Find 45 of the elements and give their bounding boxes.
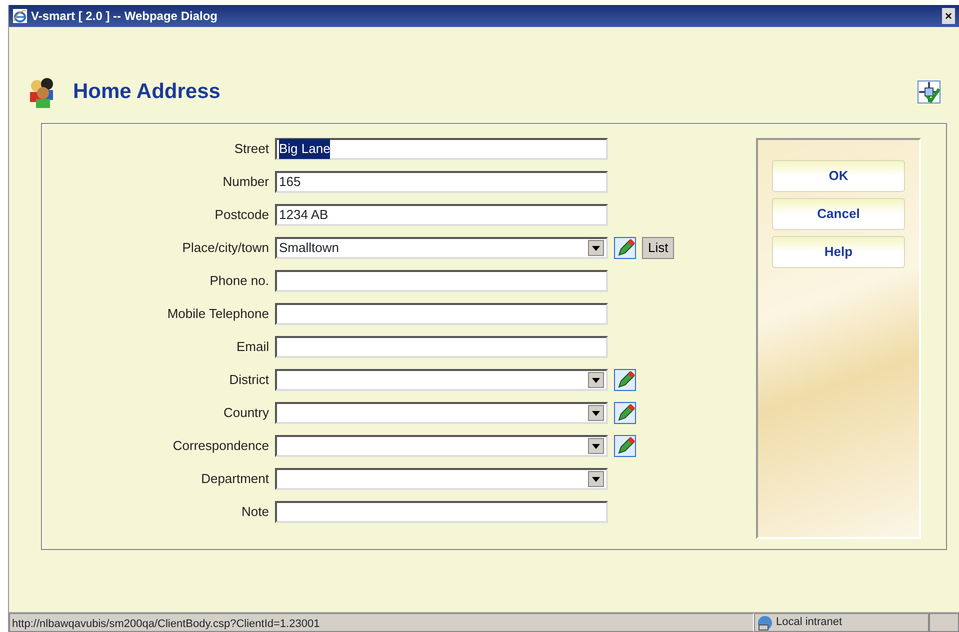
dropdown-arrow-icon[interactable]	[592, 246, 600, 250]
field-label: Postcode	[214, 206, 269, 224]
field-label: District	[228, 371, 269, 390]
dropdown-arrow-icon[interactable]	[592, 410, 600, 416]
pencil-edit-icon[interactable]	[614, 402, 636, 424]
page-title: Home Address	[73, 79, 222, 105]
field-label: Mobile Telephone	[166, 305, 269, 324]
field-label: Department	[200, 470, 269, 488]
pencil-edit-icon[interactable]	[614, 435, 636, 457]
move-check-icon[interactable]	[917, 80, 941, 104]
field-label: Correspondence	[172, 437, 269, 456]
window-title: V-smart [ 2.0 ] -- Webpage Dialog	[31, 8, 218, 25]
input-field[interactable]: 1234 AB	[275, 204, 608, 226]
dropdown-field[interactable]: Smalltown	[275, 237, 608, 259]
input-field[interactable]	[275, 303, 608, 325]
input-field[interactable]: Big Lane	[275, 138, 608, 160]
dialog-button[interactable]: OK	[772, 160, 905, 192]
input-field[interactable]	[275, 270, 608, 292]
browser-icon	[13, 9, 27, 23]
pencil-edit-icon[interactable]	[614, 237, 636, 259]
dropdown-arrow-icon[interactable]	[592, 444, 600, 448]
list-button[interactable]: List	[642, 237, 674, 259]
dropdown-field[interactable]	[275, 369, 608, 391]
dropdown-field[interactable]	[275, 402, 608, 424]
dropdown-arrow-icon[interactable]	[592, 378, 600, 382]
input-field[interactable]: 165	[275, 171, 608, 193]
security-zone: Local intranet	[776, 615, 842, 630]
field-label: Phone no.	[208, 272, 269, 290]
dropdown-arrow-icon[interactable]	[592, 476, 600, 482]
pencil-edit-icon[interactable]	[614, 369, 636, 391]
dropdown-field[interactable]	[275, 468, 608, 490]
input-field[interactable]	[275, 336, 608, 358]
field-label: Email	[235, 338, 269, 356]
dialog-button[interactable]: Help	[772, 236, 905, 268]
dropdown-field[interactable]	[275, 435, 608, 457]
field-label: Number	[222, 173, 269, 192]
input-field[interactable]	[275, 501, 608, 523]
status-url: http://nlbawqavubis/sm200qa/ClientBody.csp?ClientId=1.23001	[9, 613, 754, 632]
close-button[interactable]: ×	[942, 8, 955, 24]
field-label: Street	[233, 140, 269, 158]
field-label: Note	[240, 503, 269, 522]
resize-grip[interactable]	[929, 613, 959, 632]
field-label: Country	[222, 404, 269, 422]
dialog-button[interactable]: Cancel	[772, 198, 905, 230]
field-label: Place/city/town	[181, 239, 269, 258]
